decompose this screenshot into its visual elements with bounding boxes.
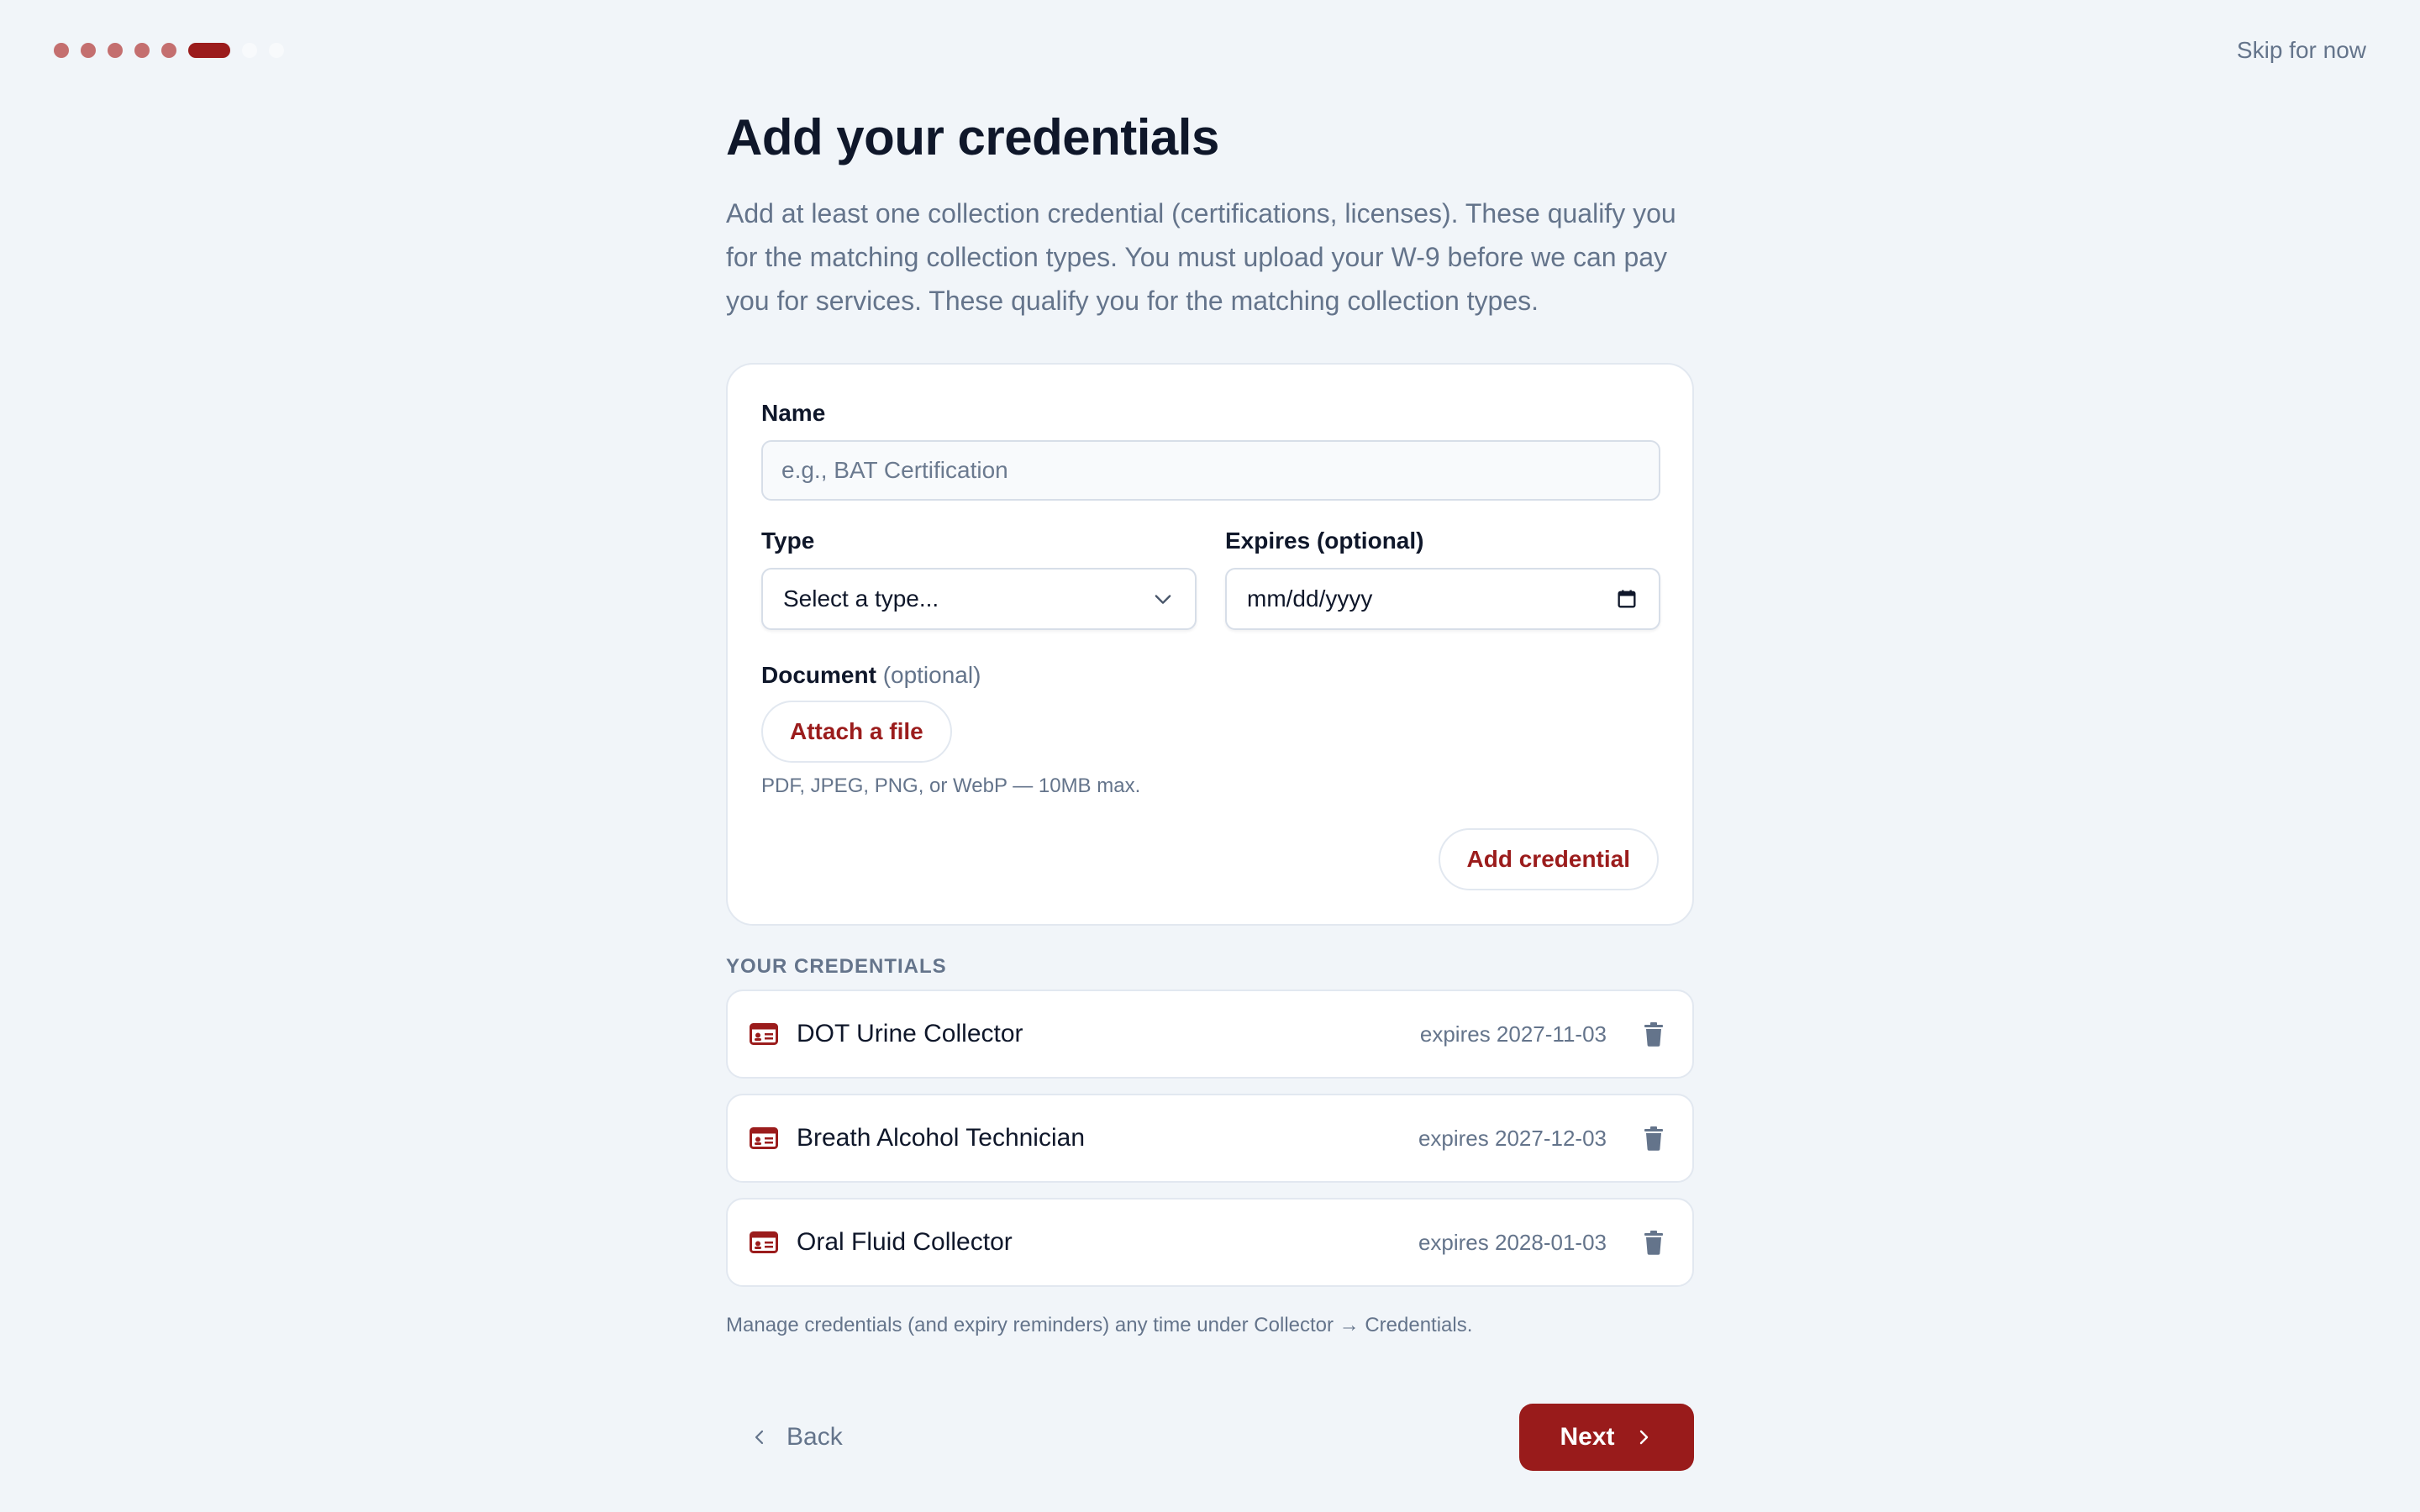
document-label: Document (optional) [761,660,1659,690]
delete-credential-button[interactable] [1637,1017,1670,1051]
skip-for-now-link[interactable]: Skip for now [2237,37,2366,64]
type-expires-row: Type Select a type... Expires (optional)… [761,526,1660,630]
progress-step-4 [134,43,150,58]
type-label: Type [761,528,815,554]
chevron-down-icon [1155,595,1171,604]
file-type-hint: PDF, JPEG, PNG, or WebP — 10MB max. [761,774,1141,797]
id-card-icon [750,1231,778,1253]
manage-credentials-note: Manage credentials (and expiry reminders… [726,1314,1473,1336]
delete-credential-button[interactable] [1637,1226,1670,1259]
type-select[interactable]: Select a type... [761,568,1197,630]
document-optional-text: (optional) [882,662,981,688]
delete-credential-button[interactable] [1637,1121,1670,1155]
progress-step-8 [269,43,284,58]
id-card-icon [750,1023,778,1045]
chevron-left-icon [755,1430,764,1445]
main-content: Add your credentials Add at least one co… [726,106,1694,1337]
credentials-list: DOT Urine Collector expires 2027-11-03 B… [726,990,1694,1287]
next-button[interactable]: Next [1519,1404,1694,1471]
progress-step-1 [54,43,69,58]
id-card-icon [750,1127,778,1149]
next-button-label: Next [1560,1423,1615,1451]
document-label-text: Document [761,662,876,688]
credential-name: DOT Urine Collector [797,1020,1023,1047]
back-button[interactable]: Back [750,1416,843,1458]
credential-expiry: expires 2028-01-03 [1418,1229,1607,1255]
chevron-right-icon [1639,1430,1648,1445]
attach-file-button[interactable]: Attach a file [761,701,952,763]
name-label: Name [761,400,826,426]
name-input[interactable] [761,440,1660,501]
type-field: Type Select a type... [761,526,1197,630]
trash-icon [1644,1022,1663,1047]
expires-label: Expires (optional) [1225,528,1424,554]
credential-item: Oral Fluid Collector expires 2028-01-03 [726,1198,1694,1287]
calendar-icon[interactable] [1615,587,1639,611]
page-description: Add at least one collection credential (… [726,198,1676,316]
page-title: Add your credentials [726,109,1219,165]
type-select-value: Select a type... [783,585,939,612]
expires-field: Expires (optional) mm/dd/yyyy [1225,526,1660,630]
credential-name: Breath Alcohol Technician [797,1124,1086,1152]
credential-name: Oral Fluid Collector [797,1228,1013,1256]
trash-icon [1644,1231,1663,1255]
trash-icon [1644,1126,1663,1151]
progress-step-7 [242,43,257,58]
progress-step-3 [108,43,123,58]
your-credentials-heading: YOUR CREDENTIALS [726,955,947,978]
document-field: Document (optional) Attach a file PDF, J… [761,660,1659,798]
credential-expiry: expires 2027-11-03 [1419,1021,1607,1047]
progress-step-5 [161,43,176,58]
progress-steps [54,43,284,58]
add-credential-button[interactable]: Add credential [1438,828,1659,890]
credential-expiry: expires 2027-12-03 [1418,1125,1607,1151]
expires-date-value: mm/dd/yyyy [1247,585,1373,612]
credential-item: Breath Alcohol Technician expires 2027-1… [726,1094,1694,1183]
credential-item: DOT Urine Collector expires 2027-11-03 [726,990,1694,1079]
expires-date-input[interactable]: mm/dd/yyyy [1225,568,1660,630]
back-button-label: Back [786,1423,843,1451]
credential-form-card: Name Type Select a type... Expires (opti… [726,363,1694,926]
progress-step-current [188,43,230,58]
progress-step-2 [81,43,96,58]
